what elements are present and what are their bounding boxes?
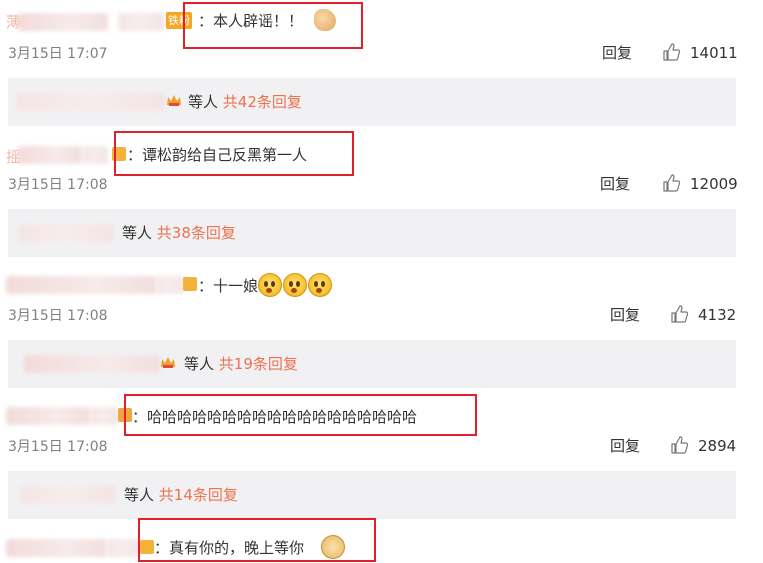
thumbs-up-icon[interactable] xyxy=(662,42,682,62)
reply-summary-text: 等人 共14条回复 xyxy=(124,486,238,504)
reply-count-link[interactable]: 共38条回复 xyxy=(157,224,236,242)
reply-summary-text: 等人 共19条回复 xyxy=(184,355,298,373)
worried-face-emoji xyxy=(258,273,282,297)
username-blurred[interactable] xyxy=(156,276,184,294)
reply-count-link[interactable]: 共19条回复 xyxy=(219,355,298,373)
highlight-box xyxy=(183,2,363,49)
reply-button[interactable]: 回复 xyxy=(600,175,630,193)
comment-time: 3月15日 17:08 xyxy=(8,177,108,193)
thumbs-up-icon[interactable] xyxy=(670,304,690,324)
thumbs-up-icon[interactable] xyxy=(662,173,682,193)
reply-summary-suffix: 等人 xyxy=(122,224,153,242)
crown-icon xyxy=(166,92,182,108)
comment-text: ：十一娘 xyxy=(198,277,259,295)
username-blurred[interactable] xyxy=(90,407,118,425)
reply-summary-suffix: 等人 xyxy=(188,93,219,111)
reply-summary[interactable]: 等人 共14条回复 xyxy=(8,471,736,519)
reply-button[interactable]: 回复 xyxy=(602,44,632,62)
replier-blurred xyxy=(20,486,116,504)
worried-face-emoji xyxy=(308,273,332,297)
reply-button[interactable]: 回复 xyxy=(610,437,640,455)
username-blurred[interactable] xyxy=(82,146,108,164)
username-blurred[interactable] xyxy=(118,13,164,31)
reply-summary[interactable]: 等人 共42条回复 xyxy=(8,78,736,126)
username-blurred[interactable] xyxy=(6,539,106,557)
replier-blurred xyxy=(16,93,166,111)
like-count: 4132 xyxy=(698,306,737,324)
comment-time: 3月15日 17:08 xyxy=(8,439,108,455)
username-blurred[interactable] xyxy=(18,13,108,31)
username-blurred[interactable] xyxy=(106,539,140,557)
reply-summary-suffix: 等人 xyxy=(124,486,155,504)
replier-blurred xyxy=(18,224,114,242)
crown-icon xyxy=(160,354,176,370)
reply-summary-text: 等人 共38条回复 xyxy=(122,224,236,242)
replier-blurred xyxy=(24,355,160,373)
like-count: 12009 xyxy=(690,175,738,193)
username-blurred[interactable] xyxy=(6,407,90,425)
highlight-box xyxy=(138,518,376,562)
reply-button[interactable]: 回复 xyxy=(610,306,640,324)
highlight-box xyxy=(114,131,354,176)
fan-badge-icon xyxy=(183,277,197,291)
highlight-box xyxy=(124,394,477,436)
worried-face-emoji xyxy=(283,273,307,297)
like-count: 2894 xyxy=(698,437,737,455)
username-blurred[interactable] xyxy=(6,276,156,294)
thumbs-up-icon[interactable] xyxy=(670,435,690,455)
comment-time: 3月15日 17:07 xyxy=(8,46,108,62)
reply-summary[interactable]: 等人 共38条回复 xyxy=(8,209,736,257)
reply-summary-text: 等人 共42条回复 xyxy=(188,93,302,111)
reply-count-link[interactable]: 共42条回复 xyxy=(223,93,302,111)
reply-summary[interactable]: 等人 共19条回复 xyxy=(8,340,736,388)
username-blurred[interactable] xyxy=(18,146,82,164)
like-count: 14011 xyxy=(690,44,738,62)
reply-summary-suffix: 等人 xyxy=(184,355,215,373)
reply-count-link[interactable]: 共14条回复 xyxy=(159,486,238,504)
comment-time: 3月15日 17:08 xyxy=(8,308,108,324)
